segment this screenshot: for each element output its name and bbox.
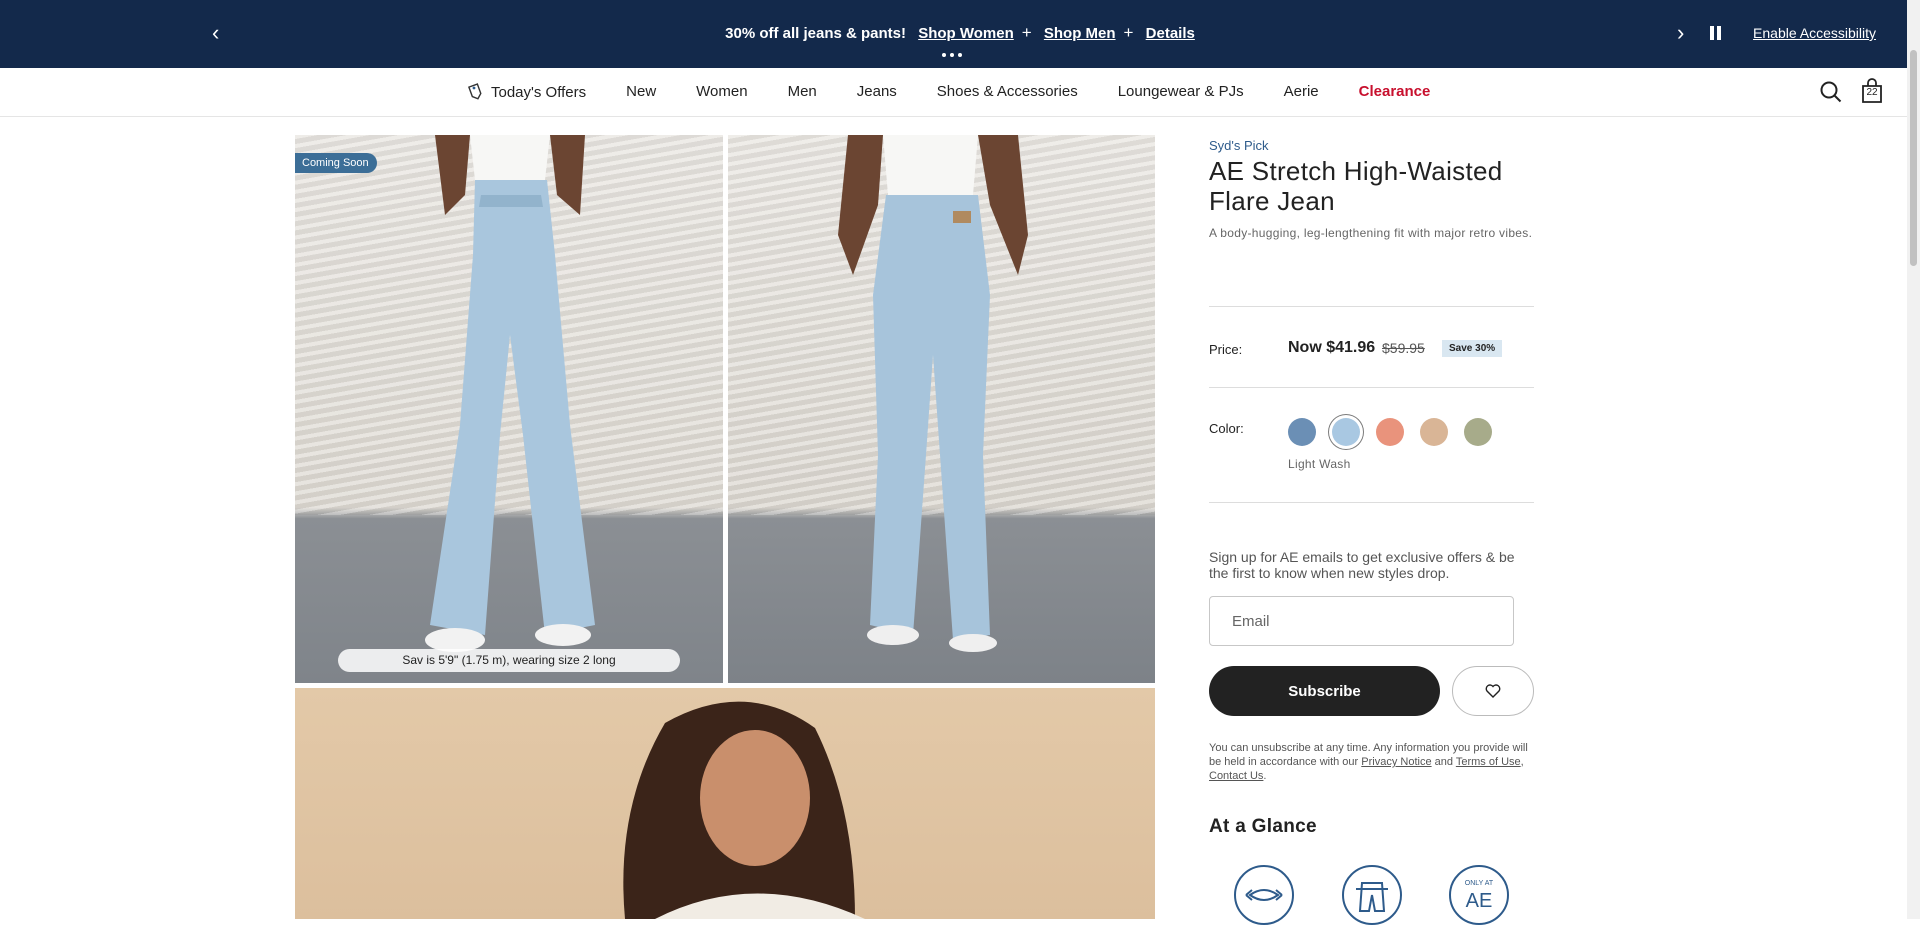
product-image-front[interactable]: Coming Soon Sav is 5'9" (1.75 m), wearin… — [295, 135, 723, 683]
divider — [1209, 306, 1534, 307]
shop-men-link[interactable]: Shop Men — [1044, 25, 1116, 42]
subscribe-button[interactable]: Subscribe — [1209, 666, 1440, 716]
nav-item-men[interactable]: Men — [788, 83, 817, 101]
model-portrait — [623, 701, 865, 919]
fit-icon — [1342, 865, 1402, 925]
color-swatch-selected[interactable] — [1332, 418, 1360, 446]
tag-icon — [468, 83, 482, 100]
nav-item-clearance[interactable]: Clearance — [1359, 83, 1431, 101]
color-swatch[interactable] — [1420, 418, 1448, 446]
legal-text: You can unsubscribe at any time. Any inf… — [1209, 742, 1528, 782]
price-now: Now $41.96 — [1288, 339, 1376, 356]
scrollbar[interactable] — [1907, 0, 1920, 919]
wishlist-button[interactable] — [1452, 666, 1534, 716]
stretch-icon — [1234, 865, 1294, 925]
nav-item-jeans[interactable]: Jeans — [857, 83, 897, 101]
promo-headline: 30% off all jeans & pants! — [725, 25, 907, 42]
pause-icon[interactable] — [1710, 26, 1722, 40]
at-a-glance-heading: At a Glance — [1209, 816, 1317, 837]
terms-of-use-link[interactable]: Terms of Use — [1456, 756, 1521, 768]
bag-count: 22 — [1866, 87, 1878, 98]
promo-next-icon[interactable]: › — [1677, 22, 1684, 44]
scrollbar-thumb[interactable] — [1910, 50, 1917, 266]
nav-item-todays-offers[interactable]: Today's Offers — [468, 83, 586, 101]
product-title: AE Stretch High-Waisted Flare Jean — [1209, 156, 1503, 216]
promo-message: 30% off all jeans & pants! Shop Women + S… — [0, 23, 1920, 43]
svg-text:ONLY AT: ONLY AT — [1465, 880, 1494, 887]
enable-accessibility-link[interactable]: Enable Accessibility — [1753, 25, 1876, 41]
carousel-dots — [942, 53, 962, 57]
price-label: Price: — [1209, 342, 1243, 357]
price-was: $59.95 — [1382, 340, 1425, 356]
nav-item-shoes-accessories[interactable]: Shoes & Accessories — [937, 83, 1078, 101]
plus-icon: + — [1021, 23, 1032, 42]
color-swatches — [1288, 418, 1492, 446]
nav-item-women[interactable]: Women — [696, 83, 747, 101]
email-signup-text: Sign up for AE emails to get exclusive o… — [1209, 549, 1515, 581]
main-nav: Today's Offers New Women Men Jeans Shoes… — [0, 68, 1920, 117]
product-image-back[interactable] — [728, 135, 1155, 683]
nav-item-loungewear[interactable]: Loungewear & PJs — [1118, 83, 1244, 101]
promo-bar: ‹ 30% off all jeans & pants! Shop Women +… — [0, 0, 1920, 68]
coming-soon-badge: Coming Soon — [295, 153, 377, 173]
jeans-front-figure — [425, 135, 595, 652]
divider — [1209, 387, 1534, 388]
plus-icon: + — [1123, 23, 1134, 42]
color-swatch[interactable] — [1464, 418, 1492, 446]
nav-item-aerie[interactable]: Aerie — [1284, 83, 1319, 101]
selected-color-name: Light Wash — [1288, 457, 1351, 471]
model-size-caption: Sav is 5'9" (1.75 m), wearing size 2 lon… — [338, 649, 680, 672]
email-input[interactable] — [1209, 596, 1514, 646]
product-description: A body-hugging, leg-lengthening fit with… — [1209, 226, 1533, 240]
details-link[interactable]: Details — [1146, 25, 1195, 42]
privacy-notice-link[interactable]: Privacy Notice — [1361, 756, 1431, 768]
jeans-back-figure — [838, 135, 1028, 652]
nav-label: Today's Offers — [491, 83, 587, 101]
product-image-lifestyle[interactable] — [295, 688, 1155, 919]
legal-and: and — [1434, 756, 1453, 768]
shop-women-link[interactable]: Shop Women — [918, 25, 1014, 42]
color-swatch[interactable] — [1288, 418, 1316, 446]
only-at-ae-icon: ONLY AT AE — [1449, 865, 1509, 925]
color-label: Color: — [1209, 421, 1244, 436]
divider — [1209, 502, 1534, 503]
contact-us-link[interactable]: Contact Us — [1209, 770, 1263, 782]
nav-item-new[interactable]: New — [626, 83, 656, 101]
product-details-panel: Syd's Pick AE Stretch High-Waisted Flare… — [1209, 135, 1534, 925]
save-badge: Save 30% — [1442, 340, 1503, 357]
search-icon[interactable] — [1820, 81, 1842, 103]
heart-icon — [1485, 684, 1501, 698]
syds-pick-label: Syd's Pick — [1209, 138, 1269, 153]
color-swatch[interactable] — [1376, 418, 1404, 446]
svg-text:AE: AE — [1466, 890, 1493, 912]
